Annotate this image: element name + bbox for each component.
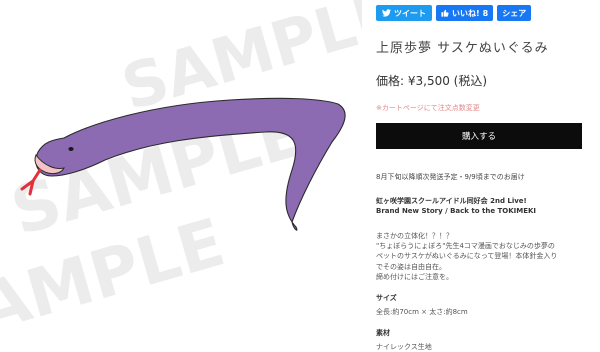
event-title-line: 虹ヶ咲学園スクールアイドル同好会 2nd Live! <box>376 197 527 205</box>
price-row: 価格: ¥3,500 (税込) <box>376 72 594 89</box>
description-line: 締め付けにはご注意を。 <box>376 272 453 281</box>
product-info: ツイート いいね! 8 シェア 上原歩夢 サスケぬいぐるみ 価格: ¥3,500… <box>376 0 594 352</box>
twitter-bird-icon <box>382 9 391 17</box>
share-row: ツイート いいね! 8 シェア <box>376 5 594 21</box>
cart-note: ※カートページにて注文点数変更 <box>376 104 480 112</box>
product-image[interactable]: SAMPLE SAMPLE SAMPLE <box>0 0 362 351</box>
description-line: まさかの立体化！？！？ <box>376 232 453 240</box>
product-title: 上原歩夢 サスケぬいぐるみ <box>376 41 549 56</box>
product-image-svg: SAMPLE SAMPLE SAMPLE <box>0 0 362 351</box>
description-line: でその姿は自由自在。 <box>376 262 446 271</box>
size-label: サイズ <box>376 294 397 303</box>
thumbs-up-icon <box>441 9 449 17</box>
facebook-like-button[interactable]: いいね! 8 <box>436 5 494 21</box>
size-value: 全長:約70cm × 太さ:約8cm <box>376 308 468 317</box>
like-label: いいね! <box>452 8 480 18</box>
like-count: 8 <box>482 8 489 18</box>
tweet-label: ツイート <box>394 8 426 18</box>
material-label: 素材 <box>376 329 390 338</box>
event-title: 虹ヶ咲学園スクールアイドル同好会 2nd Live! Brand New Sto… <box>376 196 594 216</box>
description-line: "ちょぼらうにょぼろ"先生4コマ漫画でおなじみの歩夢の <box>376 242 555 251</box>
share-label: シェア <box>502 8 527 18</box>
buy-button-label: 購入する <box>461 132 496 142</box>
price-value: ¥3,500 (税込) <box>407 74 488 88</box>
event-title-line: Brand New Story / Back to the TOKIMEKI <box>376 207 537 215</box>
tweet-button[interactable]: ツイート <box>376 5 432 21</box>
buy-button[interactable]: 購入する <box>376 123 582 149</box>
product-description: まさかの立体化！？！？ "ちょぼらうにょぼろ"先生4コマ漫画でおなじみの歩夢の … <box>376 231 594 282</box>
description-line: ペットのサスケがぬいぐるみになって登場！本体針金入り <box>376 252 558 261</box>
snake-eye <box>68 147 74 151</box>
shipping-note: 8月下旬以降順次発送予定・9/9頃までのお届け <box>376 173 525 181</box>
facebook-share-button[interactable]: シェア <box>497 5 532 21</box>
price-label: 価格: <box>376 74 405 88</box>
